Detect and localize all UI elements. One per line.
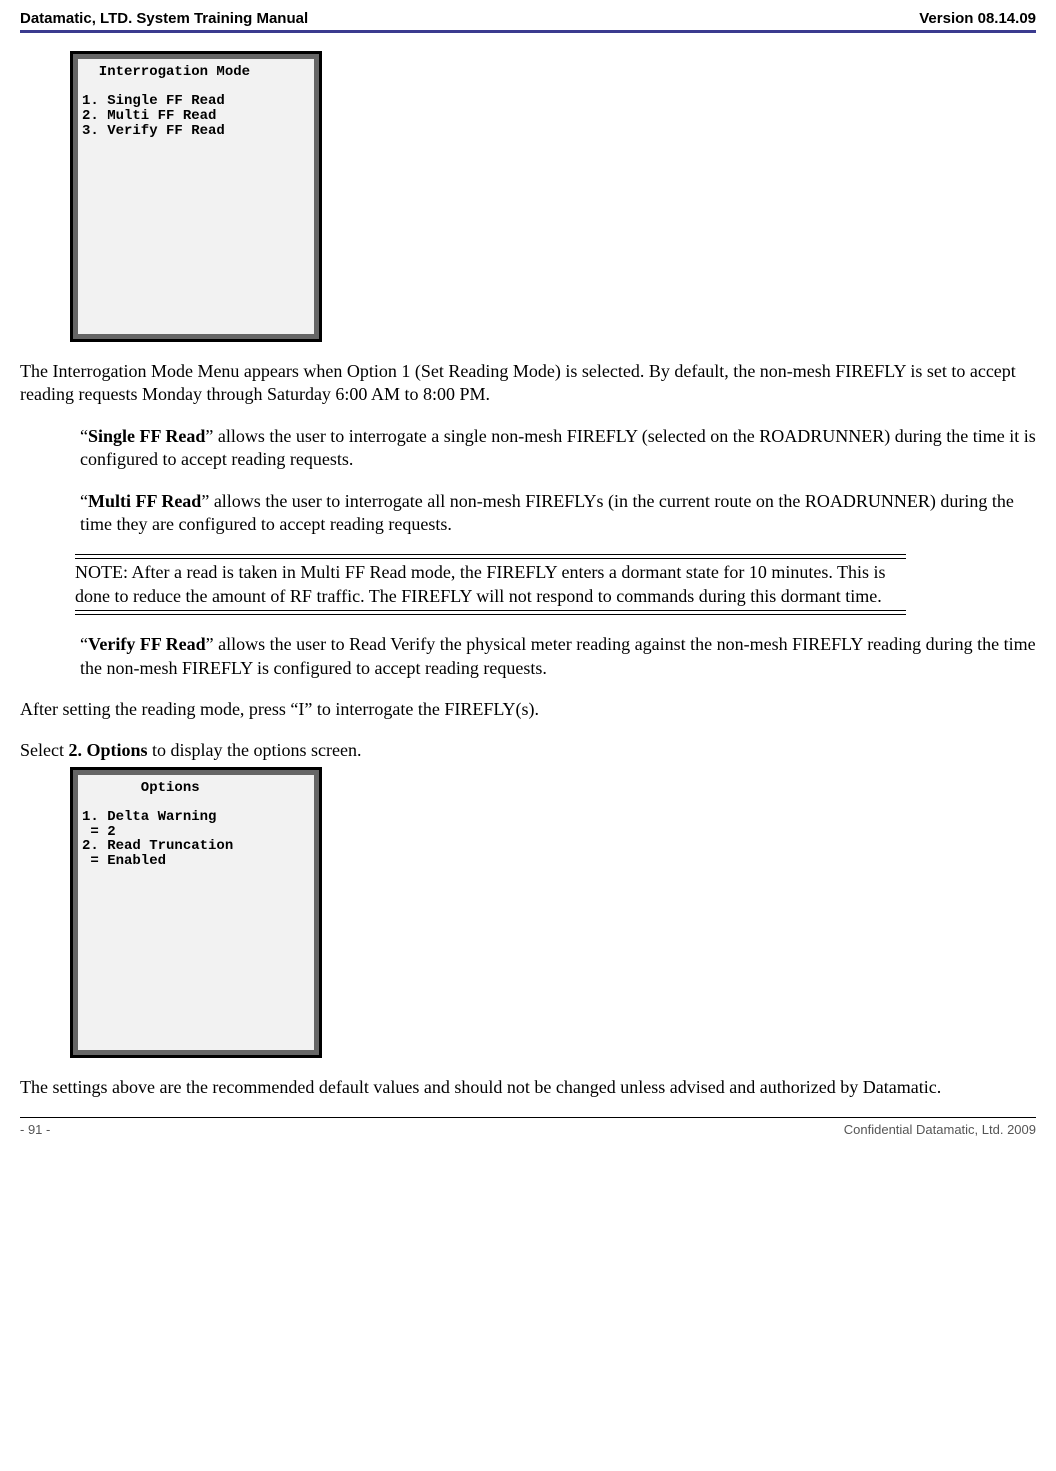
after-setting-paragraph: After setting the reading mode, press “I… <box>20 698 1036 721</box>
footer-right: Confidential Datamatic, Ltd. 2009 <box>844 1122 1036 1137</box>
screen2-line3: 2. Read Truncation <box>82 838 233 854</box>
options-screen: Options 1. Delta Warning = 2 2. Read Tru… <box>70 767 322 1058</box>
note-rule-bottom <box>75 610 906 615</box>
screen2-line1: 1. Delta Warning <box>82 809 216 825</box>
multi-ff-read-paragraph: “Multi FF Read” allows the user to inter… <box>80 490 1036 537</box>
header-rule <box>20 30 1036 33</box>
screen2-title: Options <box>82 780 200 796</box>
verify-ff-read-paragraph: “Verify FF Read” allows the user to Read… <box>80 633 1036 680</box>
screen2-line2: = 2 <box>82 824 116 840</box>
verify-ff-read-rest: ” allows the user to Read Verify the phy… <box>80 634 1036 677</box>
screen1-line1: 1. Single FF Read <box>82 93 225 109</box>
single-ff-read-paragraph: “Single FF Read” allows the user to inte… <box>80 425 1036 472</box>
screen1-line2: 2. Multi FF Read <box>82 108 216 124</box>
screen1-line3: 3. Verify FF Read <box>82 123 225 139</box>
screen1-title: Interrogation Mode <box>82 64 250 80</box>
select-post: to display the options screen. <box>148 740 362 760</box>
page-header: Datamatic, LTD. System Training Manual V… <box>20 10 1036 27</box>
screen2-line4: = Enabled <box>82 853 166 869</box>
footer-rule <box>20 1117 1036 1118</box>
select-options-paragraph: Select 2. Options to display the options… <box>20 739 1036 762</box>
header-left: Datamatic, LTD. System Training Manual <box>20 10 308 27</box>
verify-ff-read-bold: Verify FF Read <box>88 634 206 654</box>
multi-ff-read-bold: Multi FF Read <box>88 491 201 511</box>
intro-paragraph: The Interrogation Mode Menu appears when… <box>20 360 1036 407</box>
footer-left: - 91 - <box>20 1122 50 1137</box>
interrogation-mode-screen: Interrogation Mode 1. Single FF Read 2. … <box>70 51 322 342</box>
interrogation-mode-screen-content: Interrogation Mode 1. Single FF Read 2. … <box>78 59 314 334</box>
options-screen-content: Options 1. Delta Warning = 2 2. Read Tru… <box>78 775 314 1050</box>
multi-ff-read-rest: ” allows the user to interrogate all non… <box>80 491 1014 534</box>
single-ff-read-rest: ” allows the user to interrogate a singl… <box>80 426 1036 469</box>
header-right: Version 08.14.09 <box>919 10 1036 27</box>
note-box: NOTE: After a read is taken in Multi FF … <box>75 554 906 615</box>
select-pre: Select <box>20 740 68 760</box>
select-bold: 2. Options <box>68 740 147 760</box>
settings-paragraph: The settings above are the recommended d… <box>20 1076 1036 1099</box>
note-content: NOTE: After a read is taken in Multi FF … <box>75 559 906 610</box>
page-footer: - 91 - Confidential Datamatic, Ltd. 2009 <box>20 1122 1036 1137</box>
single-ff-read-bold: Single FF Read <box>88 426 205 446</box>
